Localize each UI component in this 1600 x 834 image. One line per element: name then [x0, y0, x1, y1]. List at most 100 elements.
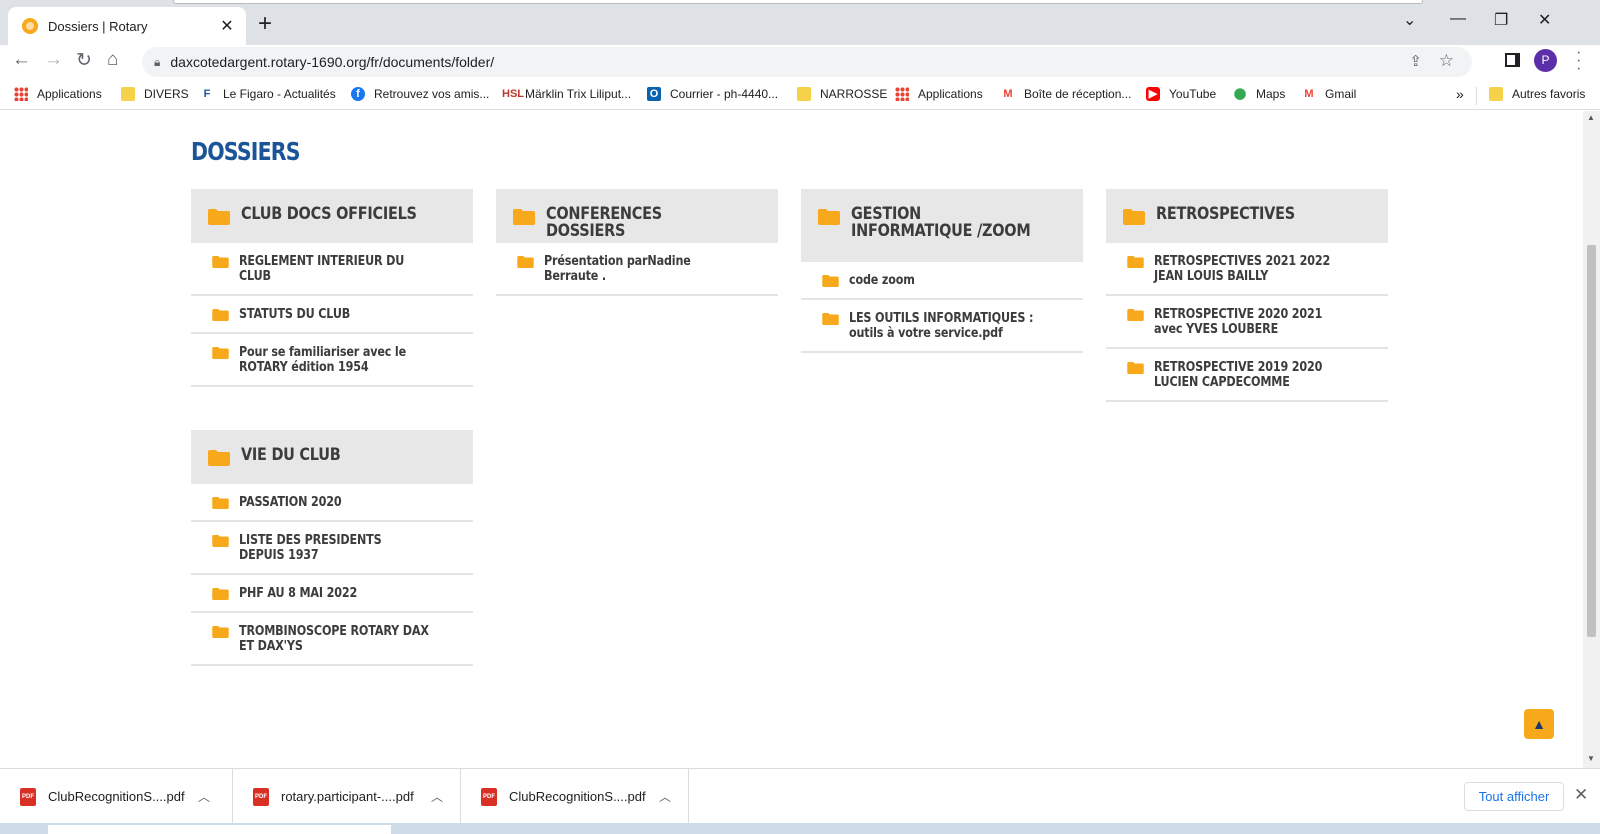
folder-card-header[interactable]: VIE DU CLUB	[191, 430, 473, 484]
lock-icon: 🔒︎	[154, 54, 161, 69]
tab-search-icon[interactable]: ⌄	[1403, 10, 1416, 30]
reload-button[interactable]: ↻	[76, 49, 92, 72]
download-item[interactable]: PDF rotary.participant-....pdf ︿	[233, 769, 461, 824]
folder-icon	[822, 275, 839, 287]
folder-title: VIE DU CLUB	[241, 445, 341, 465]
folder-icon	[212, 309, 229, 321]
folder-item[interactable]: Présentation parNadine Berraute .	[496, 243, 778, 296]
folder-item-label: TROMBINOSCOPE ROTARY DAX ET DAX'YS	[239, 624, 429, 654]
folder-item[interactable]: PHF AU 8 MAI 2022	[191, 575, 473, 613]
folder-item[interactable]: RETROSPECTIVE 2019 2020 LUCIEN CAPDECOMM…	[1106, 349, 1388, 402]
bookmark-youtube[interactable]: ▶ YouTube	[1146, 87, 1216, 101]
minimize-button[interactable]: —	[1450, 10, 1466, 28]
download-filename: ClubRecognitionS....pdf	[509, 789, 646, 804]
folder-item-label: LISTE DES PRESIDENTS DEPUIS 1937	[239, 533, 382, 563]
bookmark-star-icon[interactable]: ☆	[1439, 51, 1454, 71]
folder-item[interactable]: Pour se familiariser avec le ROTARY édit…	[191, 334, 473, 387]
bookmark-boite-reception[interactable]: M Boîte de réception...	[1001, 87, 1131, 101]
folder-card-header[interactable]: CONFERENCES DOSSIERS	[496, 189, 778, 243]
folder-icon	[212, 256, 229, 268]
gmail-icon: M	[1003, 88, 1013, 100]
folder-card: CONFERENCES DOSSIERS Présentation parNadi…	[496, 189, 778, 296]
gmail-icon: M	[1304, 88, 1314, 100]
address-bar[interactable]: 🔒︎ daxcotedargent.rotary-1690.org/fr/doc…	[142, 47, 1472, 77]
bookmark-narrosse[interactable]: NARROSSE	[797, 87, 887, 101]
side-panel-icon[interactable]	[1505, 53, 1520, 67]
menu-kebab-icon[interactable]: · · ·	[1576, 45, 1581, 77]
apps-icon	[14, 87, 28, 101]
folder-item-label: STATUTS DU CLUB	[239, 307, 351, 322]
bookmark-marklin[interactable]: HSL Märklin Trix Liliput...	[502, 87, 631, 101]
folder-item-label: Pour se familiariser avec le ROTARY édit…	[239, 345, 407, 375]
scrollbar-thumb[interactable]	[1587, 245, 1596, 637]
bookmark-label: Le Figaro - Actualités	[223, 87, 336, 101]
close-download-shelf-icon[interactable]: ✕	[1574, 785, 1588, 805]
page-scrollbar[interactable]: ▲ ▼	[1583, 111, 1600, 768]
folder-icon	[1123, 209, 1145, 225]
folder-item[interactable]: RETROSPECTIVE 2020 2021 avec YVES LOUBER…	[1106, 296, 1388, 349]
folder-icon	[208, 450, 230, 466]
tab-close-icon[interactable]: ✕	[218, 16, 236, 36]
bookmark-gmail[interactable]: M Gmail	[1302, 87, 1356, 101]
folder-icon	[212, 588, 229, 600]
folder-card-header[interactable]: CLUB DOCS OFFICIELS	[191, 189, 473, 243]
bookmark-divers[interactable]: DIVERS	[121, 87, 189, 101]
back-button[interactable]: ←	[12, 49, 31, 71]
download-item[interactable]: PDF ClubRecognitionS....pdf ︿	[461, 769, 689, 824]
folder-item[interactable]: TROMBINOSCOPE ROTARY DAX ET DAX'YS	[191, 613, 473, 666]
pdf-file-icon: PDF	[20, 787, 36, 806]
chevron-up-icon[interactable]: ︿	[198, 788, 210, 805]
home-button[interactable]: ⌂	[107, 49, 118, 71]
share-icon[interactable]: ⇪	[1409, 52, 1422, 70]
folder-item[interactable]: STATUTS DU CLUB	[191, 296, 473, 334]
folder-icon	[212, 535, 229, 547]
more-bookmarks-icon[interactable]: »	[1456, 86, 1464, 102]
folder-item[interactable]: REGLEMENT INTERIEUR DU CLUB	[191, 243, 473, 296]
folder-card: CLUB DOCS OFFICIELS REGLEMENT INTERIEUR D…	[191, 189, 473, 387]
folder-item[interactable]: code zoom	[801, 262, 1083, 300]
bookmark-le-figaro[interactable]: F Le Figaro - Actualités	[200, 87, 336, 101]
profile-avatar[interactable]: P	[1534, 49, 1557, 72]
scroll-up-icon[interactable]: ▲	[1587, 113, 1595, 122]
bookmark-label: DIVERS	[144, 87, 189, 101]
folder-icon	[208, 209, 230, 225]
chevron-up-icon[interactable]: ︿	[659, 788, 671, 805]
folder-icon	[212, 626, 229, 638]
bookmark-autres-favoris[interactable]: Autres favoris	[1489, 87, 1585, 101]
url-text: daxcotedargent.rotary-1690.org/fr/docume…	[170, 54, 495, 70]
folder-card: GESTION INFORMATIQUE /ZOOM code zoom LES O…	[801, 189, 1083, 353]
maps-icon: ⬤	[1233, 88, 1247, 100]
taskbar-search-box[interactable]	[48, 825, 391, 834]
folder-icon	[212, 497, 229, 509]
window-close-button[interactable]: ✕	[1538, 10, 1551, 30]
folder-item[interactable]: LISTE DES PRESIDENTS DEPUIS 1937	[191, 522, 473, 575]
scroll-to-top-button[interactable]: ▲	[1524, 709, 1554, 739]
hsl-icon: HSL	[502, 88, 524, 100]
browser-tab[interactable]: Dossiers | Rotary ✕	[8, 7, 246, 45]
folder-title: CONFERENCES DOSSIERS	[546, 204, 662, 241]
folder-card-header[interactable]: GESTION INFORMATIQUE /ZOOM	[801, 189, 1083, 262]
folder-item[interactable]: RETROSPECTIVES 2021 2022 JEAN LOUIS BAIL…	[1106, 243, 1388, 296]
show-all-downloads-button[interactable]: Tout afficher	[1464, 782, 1564, 811]
bookmark-courrier[interactable]: O Courrier - ph-4440...	[647, 87, 778, 101]
bookmark-label: Märklin Trix Liliput...	[525, 87, 632, 101]
forward-button[interactable]: →	[44, 49, 63, 71]
bookmark-label: NARROSSE	[820, 87, 888, 101]
folder-card-header[interactable]: RETROSPECTIVES	[1106, 189, 1388, 243]
download-shelf: PDF ClubRecognitionS....pdf ︿ PDF rotary…	[0, 768, 1600, 824]
folder-item[interactable]: LES OUTILS INFORMATIQUES : outils à votr…	[801, 300, 1083, 353]
new-tab-button[interactable]: +	[258, 12, 272, 36]
chevron-up-icon[interactable]: ︿	[431, 788, 443, 805]
download-item[interactable]: PDF ClubRecognitionS....pdf ︿	[0, 769, 233, 824]
folder-card: VIE DU CLUB PASSATION 2020 LISTE DES PRESI…	[191, 430, 473, 666]
bookmark-facebook[interactable]: f Retrouvez vos amis...	[351, 87, 489, 101]
bookmark-applications-2[interactable]: Applications	[895, 87, 983, 101]
bookmark-label: Autres favoris	[1512, 87, 1586, 101]
folder-item[interactable]: PASSATION 2020	[191, 484, 473, 522]
bookmark-applications[interactable]: Applications	[14, 87, 102, 101]
restore-button[interactable]: ❐	[1494, 10, 1508, 30]
scroll-down-icon[interactable]: ▼	[1587, 754, 1595, 763]
folder-item-list: REGLEMENT INTERIEUR DU CLUB STATUTS DU CL…	[191, 243, 473, 387]
bookmark-maps[interactable]: ⬤ Maps	[1233, 87, 1286, 101]
folder-icon	[822, 313, 839, 325]
